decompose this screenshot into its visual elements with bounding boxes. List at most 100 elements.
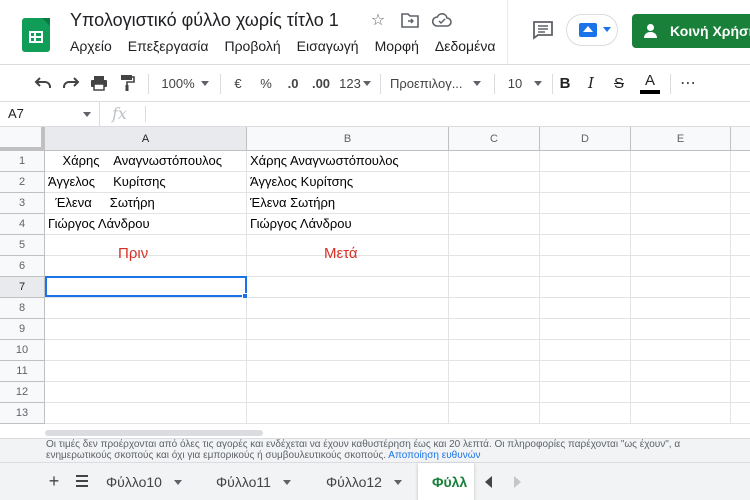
grid-cell[interactable] bbox=[540, 277, 631, 298]
grid-cell[interactable] bbox=[247, 361, 449, 382]
grid-cell[interactable] bbox=[540, 235, 631, 256]
menu-edit[interactable]: Επεξεργασία bbox=[128, 38, 209, 54]
cell-a1[interactable]: Χάρης Αναγνωστόπουλος bbox=[45, 151, 247, 172]
grid-cell[interactable] bbox=[631, 151, 731, 172]
grid-cell[interactable] bbox=[449, 193, 540, 214]
all-sheets-icon[interactable] bbox=[74, 474, 90, 488]
grid-cell[interactable] bbox=[631, 172, 731, 193]
grid-cell[interactable] bbox=[631, 193, 731, 214]
grid-cell[interactable] bbox=[631, 361, 731, 382]
zoom-select[interactable]: 100% bbox=[156, 65, 214, 101]
cell-a3[interactable]: Έλενα Σωτήρη bbox=[45, 193, 247, 214]
grid-cell[interactable] bbox=[449, 298, 540, 319]
row-header-7[interactable]: 7 bbox=[0, 277, 45, 298]
grid-cell[interactable] bbox=[449, 361, 540, 382]
grid-cell[interactable] bbox=[731, 151, 750, 172]
cell-b1[interactable]: Χάρης Αναγνωστόπουλος bbox=[247, 151, 449, 172]
sheet-tab-active[interactable]: Φύλλ bbox=[418, 463, 474, 500]
grid-cell[interactable] bbox=[45, 361, 247, 382]
grid-cell[interactable] bbox=[540, 151, 631, 172]
grid-cell[interactable] bbox=[449, 256, 540, 277]
menu-insert[interactable]: Εισαγωγή bbox=[297, 38, 359, 54]
select-all-corner[interactable] bbox=[0, 127, 45, 151]
star-icon[interactable]: ☆ bbox=[368, 10, 388, 30]
row-header-8[interactable]: 8 bbox=[0, 298, 45, 319]
number-format-select[interactable]: 123 bbox=[338, 65, 372, 101]
sheets-logo-icon[interactable] bbox=[22, 18, 50, 52]
row-header-6[interactable]: 6 bbox=[0, 256, 45, 277]
grid-cell[interactable] bbox=[731, 298, 750, 319]
grid-cell[interactable] bbox=[631, 382, 731, 403]
grid-cell[interactable] bbox=[631, 319, 731, 340]
grid-cell[interactable] bbox=[731, 319, 750, 340]
selected-cell-outline[interactable] bbox=[45, 276, 247, 297]
grid-cell[interactable] bbox=[247, 298, 449, 319]
document-title[interactable]: Υπολογιστικό φύλλο χωρίς τίτλο 1 bbox=[70, 10, 339, 31]
comment-history-icon[interactable] bbox=[532, 20, 554, 40]
scrollbar-thumb[interactable] bbox=[45, 430, 263, 436]
grid-cell[interactable] bbox=[540, 319, 631, 340]
present-button[interactable] bbox=[566, 14, 618, 46]
grid-cell[interactable] bbox=[731, 340, 750, 361]
grid-cell[interactable] bbox=[731, 403, 750, 424]
grid-cell[interactable] bbox=[631, 214, 731, 235]
more-options-icon[interactable]: ⋯ bbox=[678, 65, 698, 101]
cell-a4[interactable]: Γιώργος Λάνδρου bbox=[45, 214, 247, 235]
grid-cell[interactable] bbox=[247, 319, 449, 340]
grid-cell[interactable] bbox=[449, 382, 540, 403]
strikethrough-button[interactable]: S bbox=[610, 65, 628, 101]
grid-cell[interactable] bbox=[45, 382, 247, 403]
grid-cell[interactable] bbox=[449, 172, 540, 193]
grid-cell[interactable] bbox=[540, 298, 631, 319]
bold-button[interactable]: B bbox=[556, 65, 574, 101]
cell-a2[interactable]: Άγγελος Κυρίτσης bbox=[45, 172, 247, 193]
grid-cell[interactable] bbox=[631, 340, 731, 361]
column-header-f[interactable] bbox=[731, 127, 750, 151]
row-header-3[interactable]: 3 bbox=[0, 193, 45, 214]
row-header-13[interactable]: 13 bbox=[0, 403, 45, 424]
cloud-saved-icon[interactable] bbox=[432, 10, 452, 30]
grid-cell[interactable] bbox=[540, 256, 631, 277]
column-header-c[interactable]: C bbox=[449, 127, 540, 151]
grid-cell[interactable] bbox=[631, 256, 731, 277]
scroll-tabs-right-icon[interactable] bbox=[512, 475, 522, 488]
grid-cell[interactable] bbox=[731, 277, 750, 298]
column-header-b[interactable]: B bbox=[247, 127, 449, 151]
grid-cell[interactable] bbox=[540, 361, 631, 382]
decrease-decimal-button[interactable]: .0 bbox=[282, 65, 304, 101]
percent-button[interactable]: % bbox=[256, 65, 276, 101]
grid-cell[interactable] bbox=[449, 214, 540, 235]
share-button[interactable]: Κοινή Χρήση bbox=[632, 14, 750, 48]
row-header-12[interactable]: 12 bbox=[0, 382, 45, 403]
grid-cell[interactable] bbox=[731, 235, 750, 256]
cell-b4[interactable]: Γιώργος Λάνδρου bbox=[247, 214, 449, 235]
grid-cell[interactable] bbox=[731, 361, 750, 382]
grid-cell[interactable] bbox=[631, 277, 731, 298]
menu-file[interactable]: Αρχείο bbox=[70, 38, 112, 54]
grid-cell[interactable] bbox=[45, 298, 247, 319]
print-icon[interactable] bbox=[86, 65, 112, 101]
grid-cell[interactable] bbox=[540, 214, 631, 235]
move-folder-icon[interactable] bbox=[400, 10, 420, 30]
grid-cell[interactable] bbox=[731, 256, 750, 277]
italic-button[interactable]: I bbox=[582, 65, 600, 101]
column-header-e[interactable]: E bbox=[631, 127, 731, 151]
row-header-5[interactable]: 5 bbox=[0, 235, 45, 256]
horizontal-scrollbar[interactable] bbox=[0, 428, 750, 438]
row-header-2[interactable]: 2 bbox=[0, 172, 45, 193]
column-header-d[interactable]: D bbox=[540, 127, 631, 151]
sheet-tab-11[interactable]: Φύλλο11 bbox=[204, 463, 308, 500]
grid-cell[interactable] bbox=[449, 235, 540, 256]
grid-cell[interactable] bbox=[247, 403, 449, 424]
grid-cell[interactable] bbox=[731, 382, 750, 403]
redo-icon[interactable] bbox=[58, 65, 84, 101]
grid-cell[interactable] bbox=[631, 403, 731, 424]
text-color-button[interactable]: A bbox=[638, 65, 662, 101]
add-sheet-button[interactable]: + bbox=[44, 471, 64, 492]
undo-icon[interactable] bbox=[30, 65, 56, 101]
name-box[interactable]: A7 bbox=[0, 102, 100, 126]
paint-format-icon[interactable] bbox=[114, 65, 140, 101]
row-header-4[interactable]: 4 bbox=[0, 214, 45, 235]
grid-cell[interactable] bbox=[247, 382, 449, 403]
currency-button[interactable]: € bbox=[228, 65, 248, 101]
